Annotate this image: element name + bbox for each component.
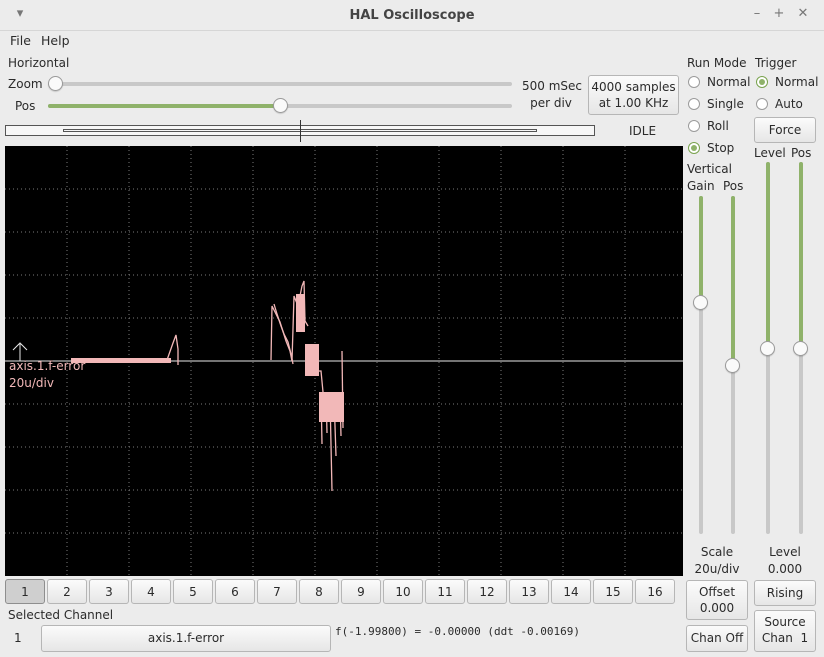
force-button[interactable]: Force bbox=[754, 117, 816, 143]
samples-count: 4000 samples bbox=[591, 80, 676, 94]
run-mode-roll-radio[interactable] bbox=[688, 120, 700, 132]
run-mode-label: Run Mode bbox=[687, 56, 747, 70]
channel-button-5[interactable]: 5 bbox=[173, 579, 213, 604]
channel-source-button[interactable]: axis.1.f-error bbox=[41, 625, 331, 652]
channel-button-11[interactable]: 11 bbox=[425, 579, 465, 604]
scope-display[interactable]: axis.1.f-error 20u/div bbox=[5, 146, 683, 576]
channel-button-16[interactable]: 16 bbox=[635, 579, 675, 604]
channel-button-4[interactable]: 4 bbox=[131, 579, 171, 604]
run-mode-stop-label[interactable]: Stop bbox=[707, 141, 734, 155]
selected-channel-number: 1 bbox=[14, 631, 22, 645]
time-per-div: 500 mSec bbox=[522, 79, 583, 93]
run-mode-single-radio[interactable] bbox=[688, 98, 700, 110]
scope-graticule bbox=[5, 146, 683, 576]
pos-label: Pos bbox=[15, 99, 36, 113]
time-per-div-unit: per div bbox=[530, 96, 572, 110]
channel-button-12[interactable]: 12 bbox=[467, 579, 507, 604]
vertical-pos-slider-fill bbox=[731, 196, 735, 364]
samples-button[interactable]: 4000 samples at 1.00 KHz bbox=[588, 75, 679, 115]
channel-button-10[interactable]: 10 bbox=[383, 579, 423, 604]
pos-slider-handle[interactable] bbox=[273, 98, 288, 113]
pos-slider-fill bbox=[48, 104, 280, 108]
trace-axis-1-f-error bbox=[71, 280, 344, 492]
gain-label: Gain bbox=[687, 179, 715, 193]
menu-help[interactable]: Help bbox=[41, 33, 70, 48]
close-button[interactable]: ✕ bbox=[795, 6, 811, 22]
rising-edge-button[interactable]: Rising bbox=[754, 580, 816, 606]
gain-slider-handle[interactable] bbox=[693, 295, 708, 310]
horizontal-label: Horizontal bbox=[8, 56, 70, 70]
trigger-pos-label: Pos bbox=[791, 146, 812, 160]
channel-button-13[interactable]: 13 bbox=[509, 579, 549, 604]
trace-name: axis.1.f-error bbox=[9, 359, 86, 373]
sample-rate: at 1.00 KHz bbox=[598, 96, 669, 110]
trigger-normal-radio[interactable] bbox=[756, 76, 768, 88]
vertical-pos-slider-handle[interactable] bbox=[725, 358, 740, 373]
trace-scale: 20u/div bbox=[9, 376, 54, 390]
trigger-source-button[interactable]: Source Chan 1 bbox=[754, 610, 816, 652]
channel-button-2[interactable]: 2 bbox=[47, 579, 87, 604]
maximize-button[interactable]: + bbox=[771, 6, 787, 22]
scale-value: 20u/div bbox=[694, 562, 740, 576]
channel-button-7[interactable]: 7 bbox=[257, 579, 297, 604]
channel-button-9[interactable]: 9 bbox=[341, 579, 381, 604]
channel-button-14[interactable]: 14 bbox=[551, 579, 591, 604]
scale-label: Scale bbox=[700, 545, 734, 559]
vertical-label: Vertical bbox=[687, 162, 732, 176]
vertical-pos-label: Pos bbox=[723, 179, 744, 193]
channel-button-8[interactable]: 8 bbox=[299, 579, 339, 604]
run-mode-normal-radio[interactable] bbox=[688, 76, 700, 88]
trigger-label: Trigger bbox=[755, 56, 797, 70]
channel-button-1[interactable]: 1 bbox=[5, 579, 45, 604]
trigger-auto-label[interactable]: Auto bbox=[775, 97, 803, 111]
zoom-label: Zoom bbox=[8, 77, 43, 91]
trigger-pos-slider-handle[interactable] bbox=[793, 341, 808, 356]
offset-label: Offset bbox=[698, 585, 736, 599]
trigger-source-label: Source bbox=[764, 615, 806, 629]
channel-button-6[interactable]: 6 bbox=[215, 579, 255, 604]
trigger-source-value: Chan 1 bbox=[761, 631, 809, 645]
status-text: IDLE bbox=[629, 124, 657, 138]
trigger-normal-label[interactable]: Normal bbox=[775, 75, 818, 89]
trigger-level-value: 0.000 bbox=[767, 562, 803, 576]
trigger-level-slider-fill bbox=[766, 162, 770, 348]
trigger-level-title: Level bbox=[769, 545, 801, 559]
trigger-level-slider-handle[interactable] bbox=[760, 341, 775, 356]
minimize-button[interactable]: – bbox=[749, 6, 765, 22]
zoom-slider[interactable] bbox=[48, 82, 512, 86]
trigger-level-slider-label: Level bbox=[754, 146, 786, 160]
zoom-slider-handle[interactable] bbox=[48, 76, 63, 91]
offset-button[interactable]: Offset 0.000 bbox=[686, 580, 748, 620]
selected-channel-label: Selected Channel bbox=[8, 608, 114, 622]
channel-readout: f(-1.99800) = -0.00000 (ddt -0.00169) bbox=[335, 625, 581, 638]
gain-slider-fill bbox=[699, 196, 703, 302]
title-bar: ▾ HAL Oscilloscope – + ✕ bbox=[0, 0, 824, 31]
run-mode-stop-radio[interactable] bbox=[688, 142, 700, 154]
offset-value: 0.000 bbox=[699, 601, 735, 615]
channel-button-15[interactable]: 15 bbox=[593, 579, 633, 604]
run-mode-single-label[interactable]: Single bbox=[707, 97, 744, 111]
run-mode-normal-label[interactable]: Normal bbox=[707, 75, 750, 89]
trigger-pos-slider-fill bbox=[799, 162, 803, 348]
channel-button-3[interactable]: 3 bbox=[89, 579, 129, 604]
chan-off-button[interactable]: Chan Off bbox=[686, 625, 748, 652]
trigger-auto-radio[interactable] bbox=[756, 98, 768, 110]
menu-file[interactable]: File bbox=[10, 33, 31, 48]
window-title: HAL Oscilloscope bbox=[349, 8, 475, 23]
run-mode-roll-label[interactable]: Roll bbox=[707, 119, 729, 133]
trigger-position-marker bbox=[300, 120, 301, 142]
